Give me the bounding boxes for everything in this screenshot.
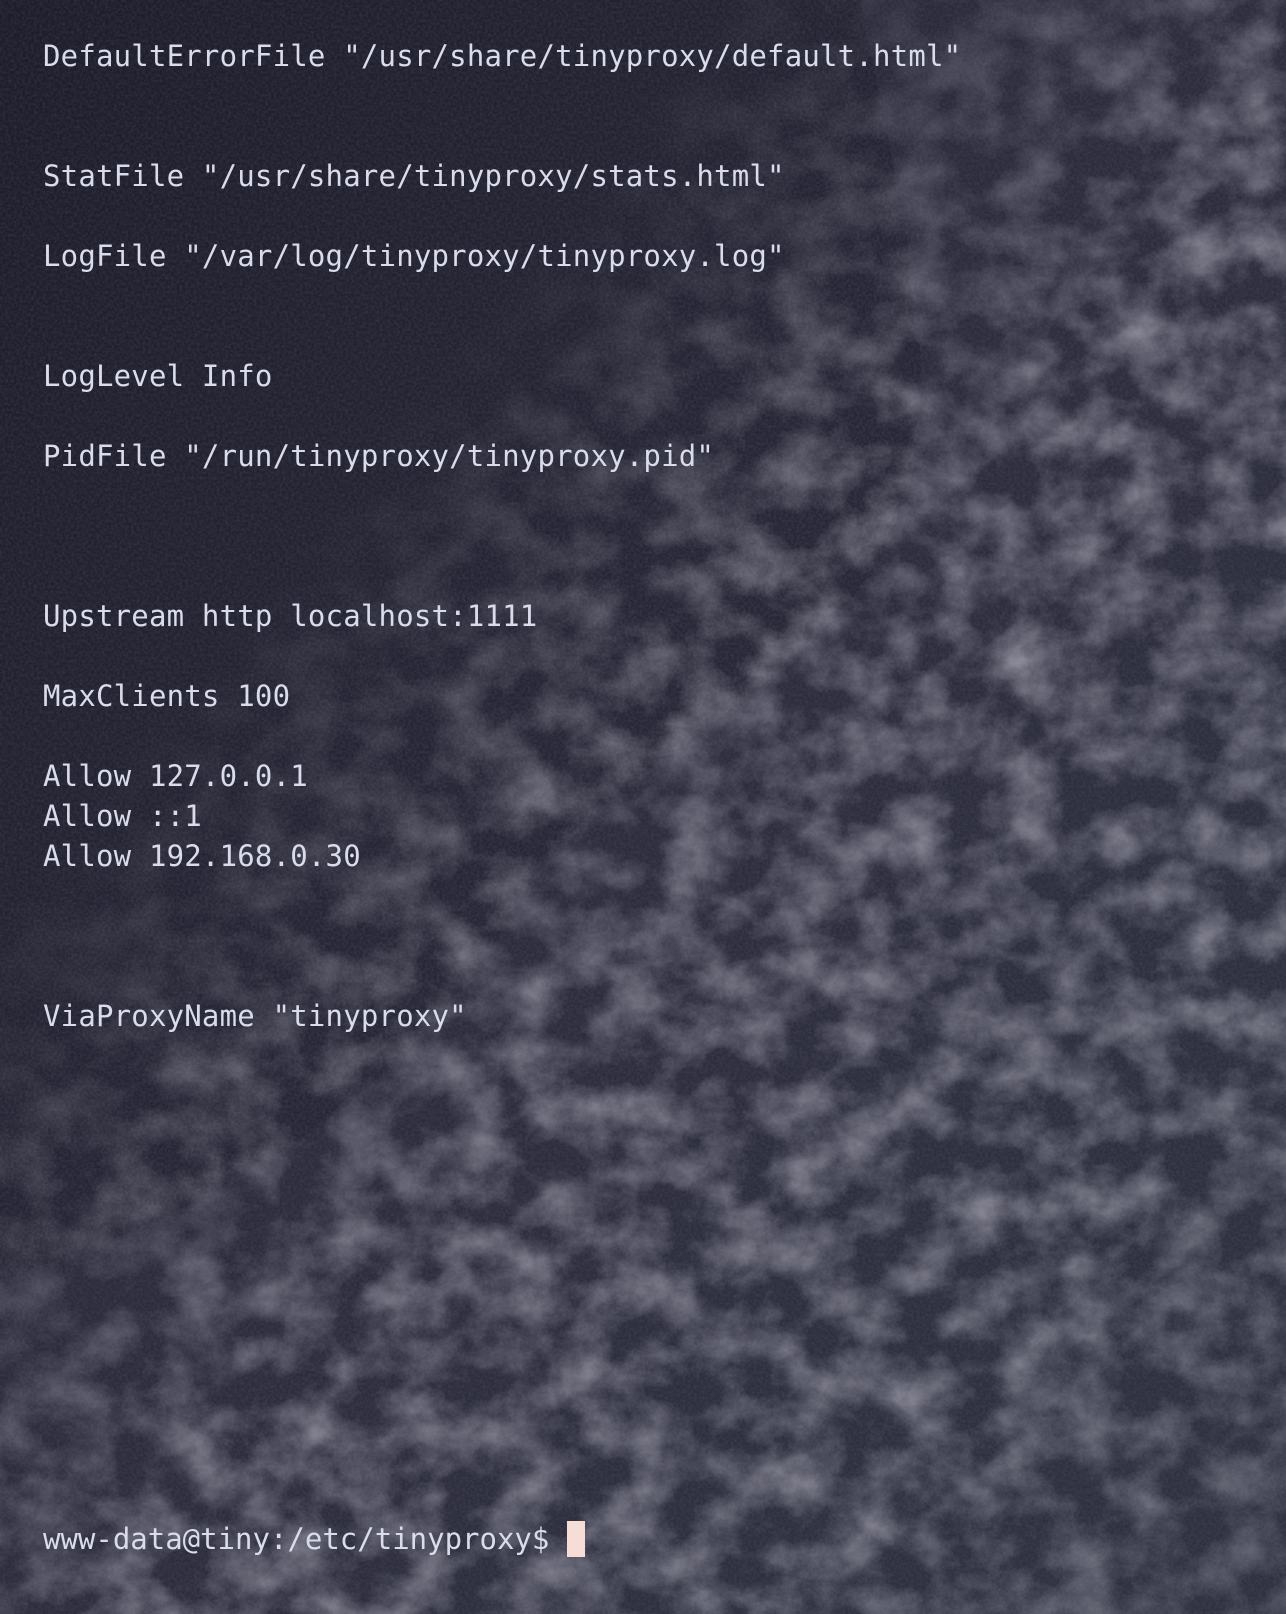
shell-prompt: www-data@tiny:/etc/tinyproxy$ [43, 1522, 550, 1556]
config-line-stat-file: StatFile "/usr/share/tinyproxy/stats.htm… [43, 159, 785, 193]
terminal-window[interactable]: DefaultErrorFile "/usr/share/tinyproxy/d… [0, 0, 1286, 1614]
config-line-max-clients: MaxClients 100 [43, 679, 291, 713]
config-line-log-level: LogLevel Info [43, 359, 273, 393]
config-line-allow-localhost-ipv6: Allow ::1 [43, 799, 202, 833]
config-line-via-proxy-name: ViaProxyName "tinyproxy" [43, 999, 467, 1033]
config-line-default-error-file: DefaultErrorFile "/usr/share/tinyproxy/d… [43, 39, 962, 73]
config-line-allow-lan: Allow 192.168.0.30 [43, 839, 361, 873]
terminal-cursor [567, 1521, 586, 1557]
shell-prompt-line[interactable]: www-data@tiny:/etc/tinyproxy$ [43, 1519, 586, 1559]
terminal-output[interactable]: DefaultErrorFile "/usr/share/tinyproxy/d… [43, 0, 1246, 1033]
config-line-log-file: LogFile "/var/log/tinyproxy/tinyproxy.lo… [43, 239, 785, 273]
config-line-allow-localhost-ipv4: Allow 127.0.0.1 [43, 759, 308, 793]
config-line-pid-file: PidFile "/run/tinyproxy/tinyproxy.pid" [43, 439, 715, 473]
config-line-upstream: Upstream http localhost:1111 [43, 599, 538, 633]
